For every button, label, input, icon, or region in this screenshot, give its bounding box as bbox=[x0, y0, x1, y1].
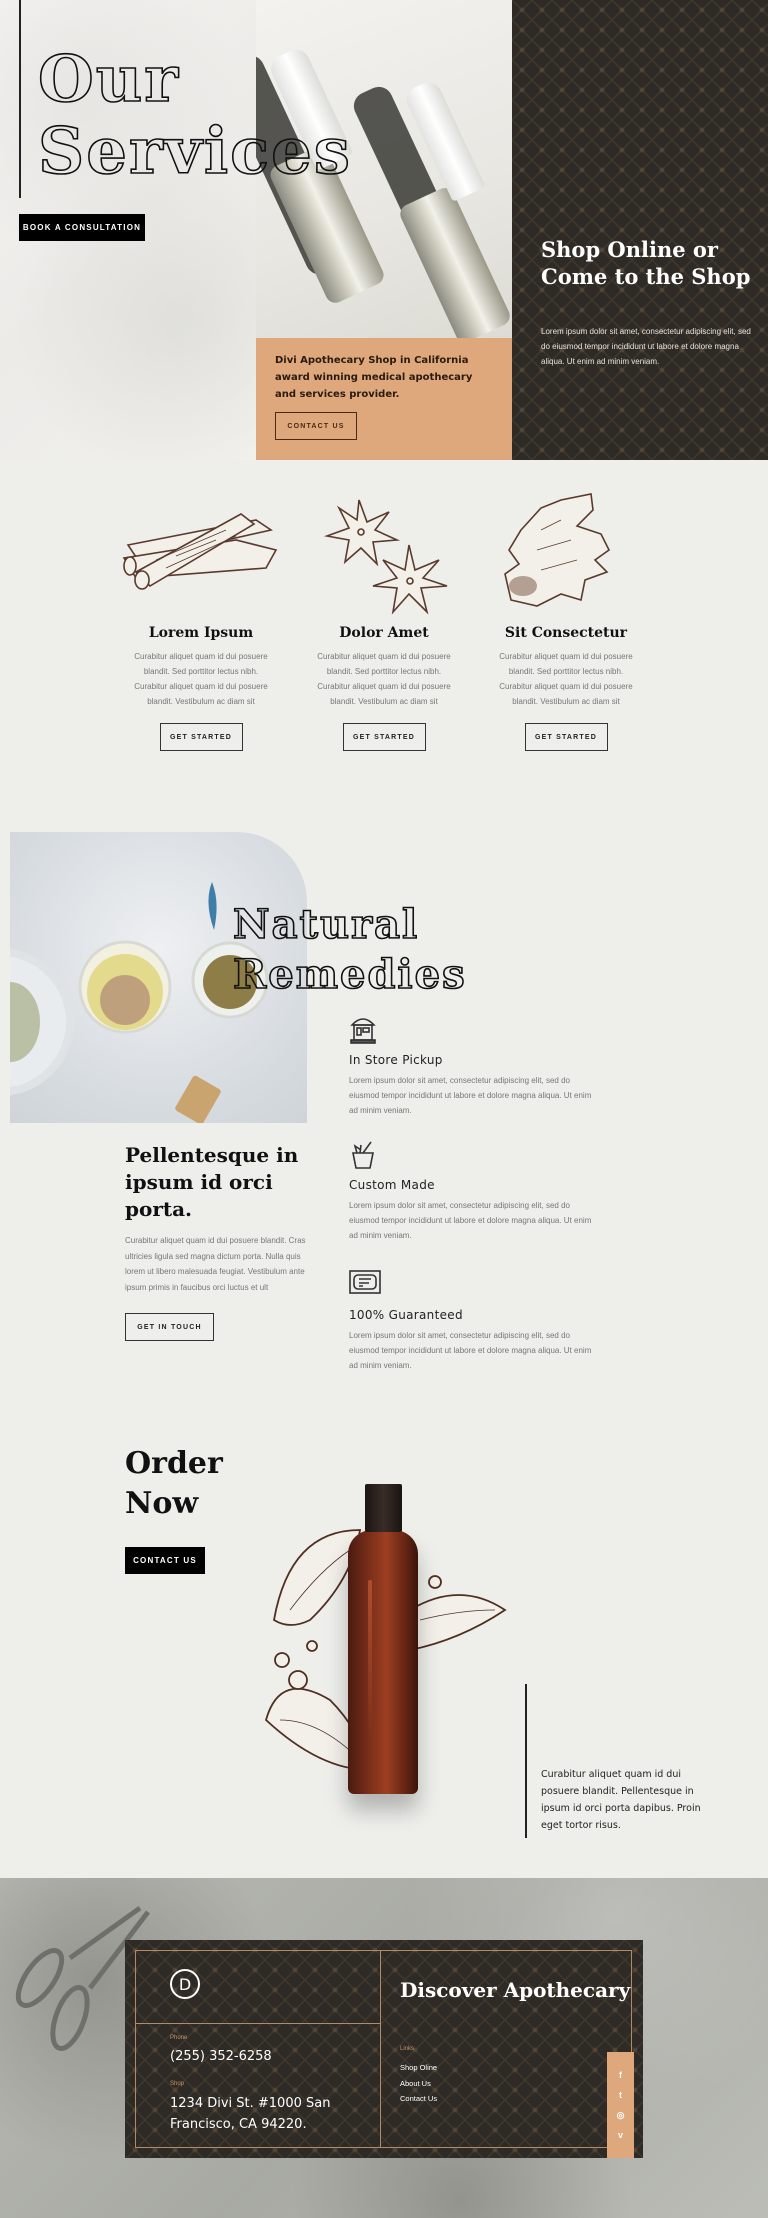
feature-text: Lorem ipsum dolor sit amet, consectetur … bbox=[349, 1076, 592, 1115]
footer-heading: Discover Apothecary bbox=[400, 1978, 631, 2002]
service-title: Lorem Ipsum bbox=[148, 625, 254, 641]
hero-section: Our Services BOOK A CONSULTATION Divi Ap… bbox=[0, 0, 768, 460]
book-consultation-button[interactable]: BOOK A CONSULTATION bbox=[19, 214, 145, 241]
ginger-root-illustration bbox=[481, 490, 651, 615]
get-in-touch-button[interactable]: GET IN TOUCH bbox=[125, 1313, 214, 1341]
bottle-cap bbox=[365, 1484, 402, 1532]
get-started-button[interactable]: GET STARTED bbox=[524, 723, 608, 751]
hero-contact-button[interactable]: CONTACT US bbox=[275, 412, 357, 440]
footer-card: D Phone (255) 352-6258 Shop 1234 Divi St… bbox=[125, 1940, 643, 2158]
feature-title: 100% Guaranteed bbox=[349, 1308, 463, 1322]
footer-link-shop-online[interactable]: Shop Oline bbox=[400, 2063, 437, 2072]
get-started-button[interactable]: GET STARTED bbox=[159, 723, 243, 751]
shop-address: 1234 Divi St. #1000 San Francisco, CA 94… bbox=[170, 2096, 331, 2132]
cinnamon-sticks-illustration bbox=[116, 490, 286, 615]
shop-text: Lorem ipsum dolor sit amet, consectetur … bbox=[541, 327, 751, 366]
mortar-pestle-icon bbox=[349, 1140, 377, 1170]
service-text: Curabitur aliquet quam id dui posuere bl… bbox=[499, 652, 633, 706]
get-started-button[interactable]: GET STARTED bbox=[342, 723, 426, 751]
instagram-icon[interactable]: ◎ bbox=[617, 2110, 625, 2120]
order-now-section: Order Now CONTACT US Curabitur aliquet q… bbox=[0, 1410, 768, 1878]
phone-label: Phone bbox=[170, 2035, 188, 2041]
feature-text: Lorem ipsum dolor sit amet, consectetur … bbox=[349, 1331, 592, 1370]
social-icons-bar: f t ◎ v bbox=[607, 2052, 634, 2158]
order-title-line2: Now bbox=[125, 1486, 199, 1521]
store-icon bbox=[349, 1015, 377, 1045]
footer-section: D Phone (255) 352-6258 Shop 1234 Divi St… bbox=[0, 1878, 768, 2218]
order-divider-line bbox=[525, 1684, 527, 1838]
feature-title: In Store Pickup bbox=[349, 1053, 443, 1067]
remedies-title-line2: Remedies bbox=[232, 950, 467, 999]
service-title: Sit Consectetur bbox=[504, 625, 628, 641]
pellentesque-text: Curabitur aliquet quam id dui posuere bl… bbox=[125, 1236, 306, 1292]
twitter-icon[interactable]: t bbox=[619, 2090, 622, 2100]
footer-link-contact-us[interactable]: Contact Us bbox=[400, 2094, 437, 2103]
feature-title: Custom Made bbox=[349, 1178, 435, 1192]
natural-remedies-section: Natural Remedies In Store Pickup Lorem i… bbox=[0, 790, 768, 1410]
natural-remedies-title: Natural Remedies bbox=[232, 900, 467, 1000]
feature-item: 100% Guaranteed Lorem ipsum dolor sit am… bbox=[349, 1270, 599, 1373]
hero-title-line1: Our bbox=[37, 42, 180, 117]
bottle-body bbox=[348, 1530, 418, 1794]
hero-title: Our Services bbox=[37, 42, 352, 189]
order-contact-button[interactable]: CONTACT US bbox=[125, 1547, 205, 1574]
pellentesque-block: Pellentesque in ipsum id orci porta. Cur… bbox=[125, 1142, 310, 1341]
order-now-title: Order Now bbox=[125, 1444, 223, 1524]
hero-dark-panel: Shop Online or Come to the Shop Lorem ip… bbox=[512, 0, 768, 460]
order-title-line1: Order bbox=[125, 1446, 223, 1481]
footer-link-about-us[interactable]: About Us bbox=[400, 2079, 431, 2088]
service-card: Lorem Ipsum Curabitur aliquet quam id du… bbox=[116, 460, 286, 751]
vimeo-icon[interactable]: v bbox=[618, 2130, 623, 2140]
remedies-title-line1: Natural bbox=[232, 900, 420, 949]
amber-bottle-image bbox=[260, 1470, 510, 1794]
hero-tan-text: Divi Apothecary Shop in California award… bbox=[275, 355, 473, 400]
pellentesque-heading: Pellentesque in ipsum id orci porta. bbox=[125, 1143, 299, 1221]
hero-title-line2: Services bbox=[37, 114, 352, 189]
shop-heading: Shop Online or Come to the Shop bbox=[541, 237, 751, 289]
service-text: Curabitur aliquet quam id dui posuere bl… bbox=[317, 652, 451, 706]
phone-number[interactable]: (255) 352-6258 bbox=[170, 2049, 272, 2064]
links-label: Links bbox=[400, 2046, 415, 2052]
shop-label: Shop bbox=[170, 2081, 185, 2087]
service-card: Dolor Amet Curabitur aliquet quam id dui… bbox=[299, 460, 469, 751]
hero-divider-line bbox=[19, 0, 21, 198]
service-text: Curabitur aliquet quam id dui posuere bl… bbox=[134, 652, 268, 706]
services-section: Lorem Ipsum Curabitur aliquet quam id du… bbox=[0, 460, 768, 790]
feature-item: Custom Made Lorem ipsum dolor sit amet, … bbox=[349, 1140, 599, 1243]
feature-text: Lorem ipsum dolor sit amet, consectetur … bbox=[349, 1201, 592, 1240]
hero-tan-panel: Divi Apothecary Shop in California award… bbox=[256, 338, 512, 460]
order-text: Curabitur aliquet quam id dui posuere bl… bbox=[541, 1769, 701, 1831]
feature-item: In Store Pickup Lorem ipsum dolor sit am… bbox=[349, 1015, 599, 1118]
service-title: Dolor Amet bbox=[339, 625, 429, 641]
star-anise-illustration bbox=[299, 490, 469, 615]
divi-logo[interactable]: D bbox=[170, 1969, 200, 1999]
service-card: Sit Consectetur Curabitur aliquet quam i… bbox=[481, 460, 651, 751]
facebook-icon[interactable]: f bbox=[619, 2070, 622, 2080]
certificate-icon bbox=[349, 1270, 381, 1300]
